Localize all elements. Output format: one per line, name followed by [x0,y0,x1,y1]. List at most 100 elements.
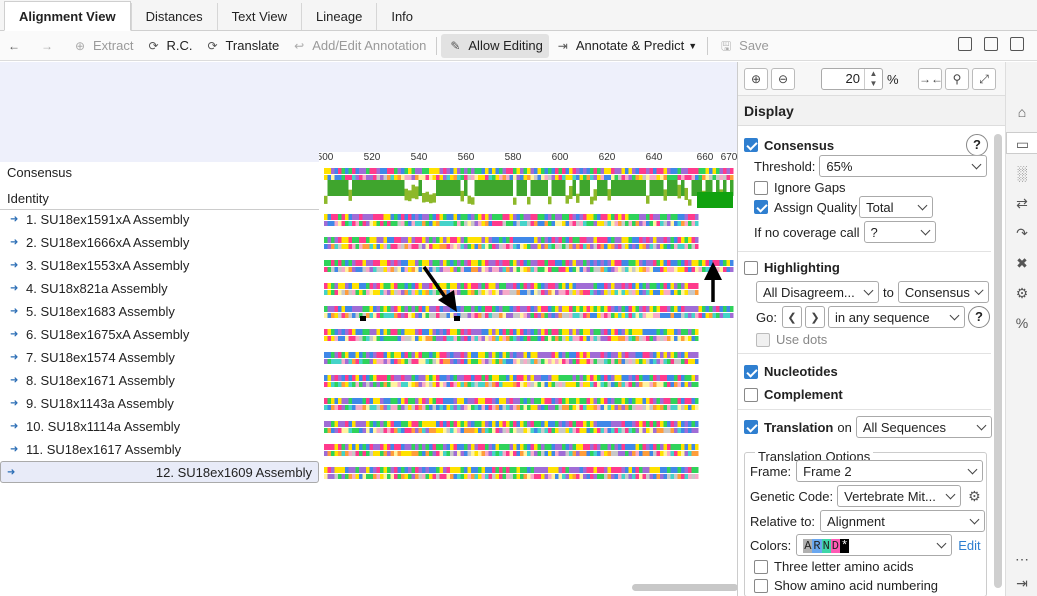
aa-cell [460,382,464,387]
highlight-mode-select[interactable]: All Disagreem... [756,281,879,303]
code-icon[interactable]: ⇄ [1006,192,1037,214]
expand-icon[interactable] [984,37,998,51]
base-cell [597,375,601,381]
use-dots-checkbox[interactable] [756,332,770,347]
aa-cell [576,221,580,226]
zoom-spinner[interactable]: ▲ ▼ [864,69,882,89]
sequence-row[interactable]: ➜ 11. SU18ex1617 Assembly [0,438,319,461]
more-icon[interactable]: ⋯ [1006,548,1037,570]
consensus-cell [513,168,517,174]
aa-cell [383,359,387,364]
window-icon[interactable] [1010,37,1024,51]
aa-cell [674,451,678,456]
tab-alignment-view[interactable]: Alignment View [4,1,131,31]
frame-select[interactable]: Frame 2 [796,460,984,482]
consensus-aa-cell [422,175,426,180]
base-cell [642,214,646,220]
genetic-code-select[interactable]: Vertebrate Mit... [837,485,962,507]
complement-checkbox[interactable] [744,387,758,402]
sequence-row[interactable]: ➜ 5. SU18ex1683 Assembly [0,300,319,323]
colors-edit-link[interactable]: Edit [958,538,980,553]
consensus-checkbox[interactable] [744,138,758,152]
aa-numbering-checkbox[interactable] [754,578,768,593]
zoom-in-button[interactable]: ⊕ [744,68,768,90]
base-cell [579,237,583,243]
sequence-row[interactable]: ➜ 9. SU18x1143a Assembly [0,392,319,415]
threshold-select[interactable]: 65% [819,155,988,177]
fit-width-button[interactable]: →← [918,68,943,90]
zoom-out-button[interactable]: ⊖ [771,68,795,90]
layout-icon[interactable] [958,37,972,51]
sequence-row[interactable]: ➜ 7. SU18ex1574 Assembly [0,346,319,369]
assign-quality-checkbox[interactable] [754,200,768,214]
sequence-name: 9. SU18x1143a Assembly [26,396,174,411]
colors-select[interactable]: A R N D * [796,534,953,556]
tools-icon[interactable]: ✖ [1006,252,1037,274]
relative-to-select[interactable]: Alignment [820,510,986,532]
sequence-row[interactable]: ➜ 6. SU18ex1675xA Assembly [0,323,319,346]
consensus-cell [436,168,440,174]
horizontal-scrollbar[interactable] [632,584,738,591]
base-cell [544,375,548,381]
tab-distances[interactable]: Distances [130,3,217,30]
settings-icon[interactable]: ⚙ [1006,282,1037,304]
add-edit-annotation-button[interactable]: ↩ Add/Edit Annotation [285,34,432,58]
aa-cell [586,336,590,341]
aa-cell [684,221,688,226]
highlight-help-button[interactable]: ? [967,306,990,328]
sequence-row[interactable]: ➜ 1. SU18ex1591xA Assembly [0,208,319,231]
highlighting-checkbox[interactable] [744,260,758,275]
fit-width-icon: →← [919,72,943,86]
go-scope-select[interactable]: in any sequence [827,306,965,328]
base-cell [660,237,664,243]
aa-cell [509,382,513,387]
tab-lineage[interactable]: Lineage [301,3,376,30]
sequence-icon: ➜ [10,444,19,455]
consensus-help-button[interactable]: ? [966,134,988,156]
alignment-viewer[interactable]: 500 520 540 560 580 600 620 640 660 670 [319,62,737,596]
aa-cell [345,244,349,249]
translation-checkbox[interactable] [744,420,758,434]
display-icon[interactable]: ▭ [1006,132,1037,154]
fit-all-button[interactable]: ⤢ [972,68,996,90]
alignment-canvas[interactable] [319,152,737,596]
tab-info[interactable]: Info [376,3,427,30]
aa-cell [408,428,412,433]
nucleotides-checkbox[interactable] [744,364,758,379]
back-button[interactable]: ← [0,34,33,58]
no-coverage-select[interactable]: ? [863,221,936,243]
ignore-gaps-checkbox[interactable] [754,180,768,195]
rc-button[interactable]: ⟳ R.C. [139,34,198,58]
sequence-row[interactable]: ➜ 2. SU18ex1666xA Assembly [0,231,319,254]
three-letter-checkbox[interactable] [754,559,768,574]
stats-icon[interactable]: ░ [1006,162,1037,184]
sequence-row[interactable]: ➜ 10. SU18x1114a Assembly [0,415,319,438]
base-cell [621,375,625,381]
tab-text-view[interactable]: Text View [216,3,301,30]
extract-button[interactable]: ⊕ Extract [66,34,139,58]
zoom-to-selection-button[interactable]: ⚲ [945,68,969,90]
aa-cell [639,244,643,249]
annotate-predict-button[interactable]: ⇥ Annotate & Predict ▼ [549,34,703,58]
translate-button[interactable]: ⟳ Translate [198,34,285,58]
previous-difference-button[interactable]: ❮ [781,306,802,328]
percent-icon[interactable]: % [1006,312,1037,334]
allow-editing-button[interactable]: ✎ Allow Editing [441,33,549,58]
assign-quality-select[interactable]: Total [859,196,934,218]
collapse-icon[interactable]: ⇥ [1006,572,1037,594]
home-icon[interactable]: ⌂ [1006,101,1037,123]
sequence-row[interactable]: ➜ 4. SU18x821a Assembly [0,277,319,300]
sequence-row[interactable]: ➜ 3. SU18ex1553xA Assembly [0,254,319,277]
gear-icon[interactable]: ⚙ [968,488,981,505]
export-icon[interactable]: ↷ [1006,222,1037,244]
next-difference-button[interactable]: ❯ [804,306,825,328]
save-button[interactable]: 🖫 Save [712,34,775,58]
translation-on-select[interactable]: All Sequences [855,416,992,438]
sequence-row[interactable]: ➜ 12. SU18ex1609 Assembly [0,461,319,483]
base-cell [334,260,338,266]
forward-button[interactable]: → [33,34,66,58]
aa-cell [551,244,555,249]
sequence-row[interactable]: ➜ 8. SU18ex1671 Assembly [0,369,319,392]
panel-scrollbar[interactable] [994,134,1002,588]
highlight-target-select[interactable]: Consensus [897,281,989,303]
